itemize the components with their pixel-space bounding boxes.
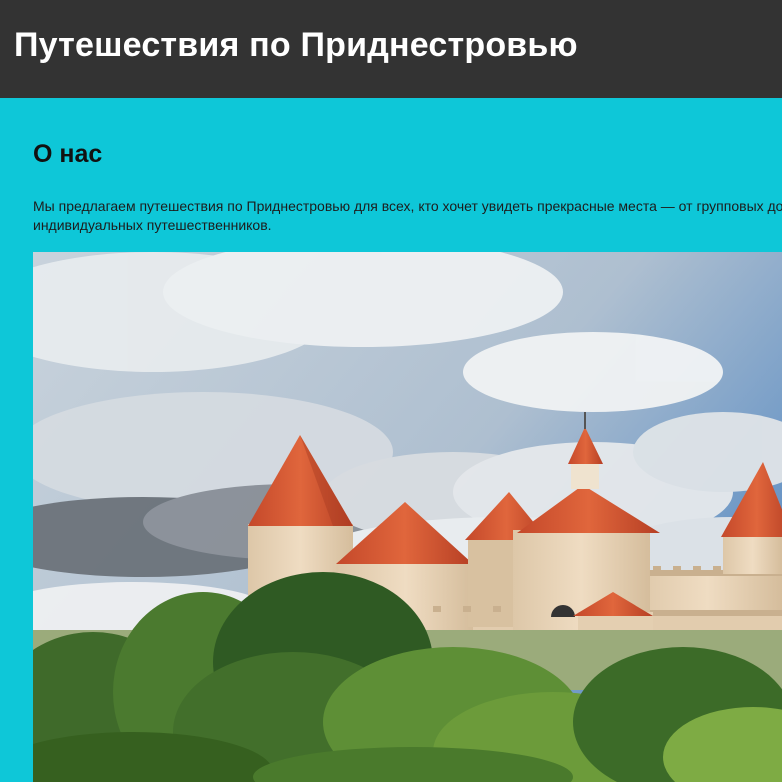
site-title[interactable]: Путешествия по Приднестровью [14, 26, 578, 65]
fortress-illustration [33, 252, 782, 782]
about-text: Мы предлагаем путешествия по Приднестров… [33, 198, 782, 233]
fortress-image [33, 252, 782, 782]
about-heading: О нас [33, 140, 103, 168]
page: Путешествия по Приднестровью О нас Мы пр… [0, 0, 782, 782]
site-header: Путешествия по Приднестровью [0, 0, 782, 98]
